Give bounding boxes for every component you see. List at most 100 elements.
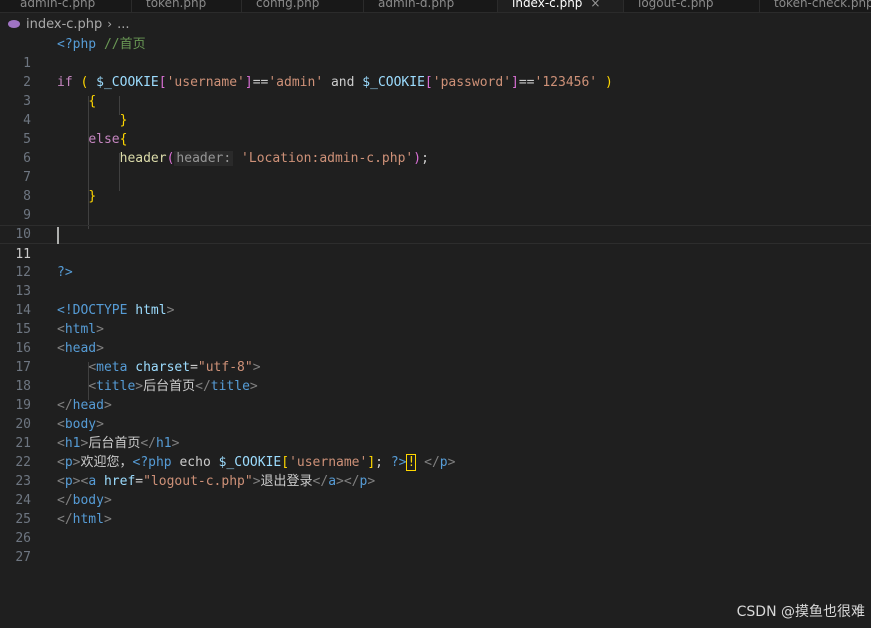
tag-name: p bbox=[439, 455, 448, 470]
tag-bracket: > bbox=[103, 398, 112, 413]
tab-label: token-check.php bbox=[774, 0, 871, 10]
code-line-current: 11 bbox=[0, 225, 871, 262]
code-line: 2 bbox=[0, 54, 871, 90]
tag-bracket: < bbox=[88, 360, 97, 375]
text-content: 后台首页 bbox=[88, 436, 141, 451]
code-line: 23 <p>欢迎您，<?php echo $_COOKIE['username'… bbox=[0, 453, 871, 489]
tab-token[interactable]: token.php bbox=[132, 0, 242, 12]
tab-logout-c[interactable]: logout-c.php bbox=[624, 0, 760, 12]
code-line: 18 <meta charset="utf-8"> bbox=[0, 358, 871, 394]
tab-config[interactable]: config.php bbox=[242, 0, 364, 12]
code-line: 6 else{ bbox=[0, 130, 871, 166]
string: 'admin' bbox=[268, 75, 324, 90]
php-open-tag: <?php bbox=[132, 455, 172, 470]
tab-token-check[interactable]: token-check.php bbox=[760, 0, 871, 12]
code-line: 19 <title>后台首页</title> bbox=[0, 377, 871, 413]
tag-bracket: </ bbox=[140, 436, 156, 451]
code-line: 21 <body> bbox=[0, 415, 871, 451]
comment: //首页 bbox=[103, 37, 146, 52]
operator: == bbox=[252, 75, 269, 90]
tag-bracket: </ bbox=[57, 398, 73, 413]
tag-bracket: > bbox=[336, 474, 344, 489]
php-open-tag: <?php bbox=[57, 37, 97, 52]
tag-bracket: > bbox=[166, 303, 175, 318]
tab-admin-c[interactable]: admin-c.php bbox=[6, 0, 132, 12]
code-line: 3 if ( $_COOKIE['username']=='admin' and… bbox=[0, 73, 871, 109]
tag-bracket: > bbox=[171, 436, 180, 451]
code-line: 25 </body> bbox=[0, 491, 871, 527]
tag-name: h1 bbox=[64, 436, 81, 451]
variable: $_COOKIE bbox=[96, 75, 159, 90]
semicolon: ; bbox=[375, 455, 383, 470]
code-line: 17 <head> bbox=[0, 339, 871, 375]
brace: } bbox=[119, 113, 128, 128]
bracket: ] bbox=[511, 75, 519, 90]
tag-bracket: > bbox=[252, 360, 261, 375]
tab-label: token.php bbox=[146, 0, 207, 10]
code-editor[interactable]: 1 <?php //首页 2 3 if ( $_COOKIE['username… bbox=[0, 35, 871, 565]
variable: $_COOKIE bbox=[362, 75, 425, 90]
brace: { bbox=[88, 94, 97, 109]
tag-bracket: </ bbox=[57, 493, 73, 508]
php-file-icon bbox=[8, 19, 20, 29]
tag-bracket: </ bbox=[195, 379, 211, 394]
code-line: 7 header(header: 'Location:admin-c.php')… bbox=[0, 149, 871, 185]
paren: ( bbox=[80, 75, 89, 90]
semicolon: ; bbox=[421, 151, 429, 166]
tag-name: head bbox=[72, 398, 104, 413]
code-line: 1 <?php //首页 bbox=[0, 35, 871, 71]
tag-name: meta bbox=[96, 360, 128, 375]
tag-bracket: < bbox=[57, 341, 65, 356]
php-close-tag: ?> bbox=[390, 455, 407, 470]
breadcrumb-symbols[interactable]: ... bbox=[117, 17, 129, 32]
bracket: [ bbox=[158, 75, 167, 90]
tag-bracket: > bbox=[96, 417, 104, 432]
php-close-tag: ?> bbox=[57, 265, 73, 280]
code-line: 24 <p><a href="logout-c.php">退出登录</a></p… bbox=[0, 472, 871, 508]
tag-name: body bbox=[72, 493, 104, 508]
tab-label: logout-c.php bbox=[638, 0, 714, 10]
brace: { bbox=[119, 132, 128, 147]
paren: ) bbox=[413, 151, 422, 166]
tag-bracket: > bbox=[252, 474, 261, 489]
tab-index-c[interactable]: index-c.php × bbox=[498, 0, 624, 12]
tab-close-icon[interactable]: × bbox=[590, 0, 600, 10]
editor-tab-bar: admin-c.php token.php config.php admin-d… bbox=[0, 0, 871, 13]
tag-name: title bbox=[210, 379, 250, 394]
keyword-else: else bbox=[88, 132, 120, 147]
line-number: 27 bbox=[15, 550, 31, 565]
tag-bracket: > bbox=[135, 379, 144, 394]
code-line: 26 </html> bbox=[0, 510, 871, 546]
tag-bracket: > bbox=[447, 455, 456, 470]
code-line: 5 } bbox=[0, 111, 871, 147]
tag-bracket: > bbox=[103, 493, 112, 508]
code-line: 8 bbox=[0, 168, 871, 204]
bracket: ] bbox=[244, 75, 253, 90]
tab-admin-d[interactable]: admin-d.php bbox=[364, 0, 498, 12]
code-line: 13 ?> bbox=[0, 263, 871, 299]
bracket: [ bbox=[281, 455, 290, 470]
keyword-echo: echo bbox=[179, 455, 211, 470]
tag-bracket: < bbox=[88, 379, 97, 394]
paren: ) bbox=[604, 75, 613, 90]
doctype-name: html bbox=[135, 303, 167, 318]
tag-bracket: < bbox=[57, 417, 65, 432]
string: 'Location:admin-c.php' bbox=[241, 151, 414, 166]
breadcrumb: index-c.php › ... bbox=[0, 13, 871, 35]
warning-marker[interactable]: ! bbox=[406, 454, 417, 471]
tag-bracket: </ bbox=[57, 512, 73, 527]
text-content: 欢迎您， bbox=[80, 455, 133, 470]
code-line: 10 bbox=[0, 206, 871, 242]
text-content: 后台首页 bbox=[143, 379, 196, 394]
variable: $_COOKIE bbox=[218, 455, 282, 470]
string: 'username' bbox=[289, 455, 368, 470]
code-line: 22 <h1>后台首页</h1> bbox=[0, 434, 871, 470]
code-line: 9 } bbox=[0, 187, 871, 223]
code-line: 15 <!DOCTYPE html> bbox=[0, 301, 871, 337]
tag-name: a bbox=[88, 474, 97, 489]
bracket: [ bbox=[424, 75, 433, 90]
tag-bracket: > bbox=[249, 379, 258, 394]
tag-bracket: < bbox=[57, 436, 65, 451]
breadcrumb-file[interactable]: index-c.php bbox=[26, 17, 102, 32]
tag-bracket: </ bbox=[424, 455, 440, 470]
